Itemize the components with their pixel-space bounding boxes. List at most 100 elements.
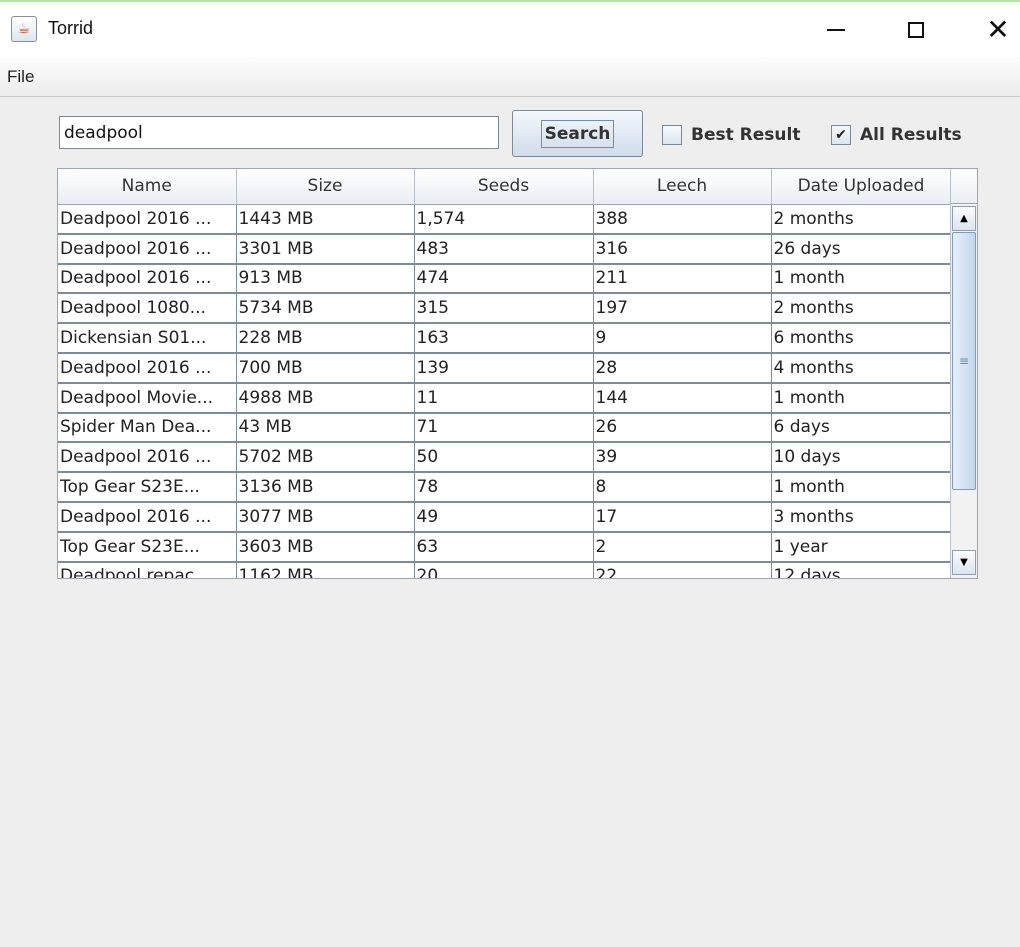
table-row[interactable]: Deadpool 2016 ... 913 MB 474 211 1 month [58,263,952,295]
cell-date[interactable]: 2 months [771,204,952,235]
cell-size[interactable]: 3136 MB [236,472,415,503]
cell-size[interactable]: 1443 MB [236,204,415,235]
cell-date[interactable]: 3 months [771,501,952,533]
cell-size[interactable]: 3077 MB [236,501,415,533]
column-header-seeds[interactable]: Seeds [414,169,594,205]
table-row[interactable]: Top Gear S23E... 3136 MB 78 8 1 month [58,472,952,503]
cell-date[interactable]: 10 days [771,442,952,474]
cell-leech[interactable]: 388 [593,204,772,235]
cell-date[interactable]: 12 days [771,561,952,578]
table-row[interactable]: Deadpool 2016 ... 1443 MB 1,574 388 2 months [58,204,952,235]
cell-date[interactable]: 2 months [771,293,952,325]
cell-seeds[interactable]: 50 [414,442,594,474]
cell-name[interactable]: Deadpool 2016 ... [58,263,237,295]
maximize-button[interactable] [899,14,933,46]
cell-date[interactable]: 1 month [771,382,952,414]
cell-date[interactable]: 6 months [771,323,952,354]
column-header-name[interactable]: Name [58,169,237,205]
cell-leech[interactable]: 211 [593,263,772,295]
cell-name[interactable]: Top Gear S23E... [58,472,237,503]
best-result-checkbox[interactable]: Best Result [662,122,800,148]
scroll-down-button[interactable]: ▼ [952,550,976,575]
column-header-leech[interactable]: Leech [593,169,772,205]
search-input[interactable] [59,116,499,149]
cell-size[interactable]: 4988 MB [236,382,415,414]
cell-size[interactable]: 913 MB [236,263,415,295]
cell-name[interactable]: Deadpool 2016 ... [58,352,237,384]
cell-name[interactable]: Deadpool repac... [58,561,237,578]
cell-seeds[interactable]: 483 [414,233,594,265]
cell-date[interactable]: 6 days [771,412,952,444]
table-row[interactable]: Top Gear S23E... 3603 MB 63 2 1 year [58,531,952,563]
cell-seeds[interactable]: 163 [414,323,594,354]
cell-date[interactable]: 4 months [771,352,952,384]
best-result-checkbox-box[interactable] [662,125,682,145]
cell-date[interactable]: 1 month [771,263,952,295]
cell-leech[interactable]: 8 [593,472,772,503]
cell-name[interactable]: Deadpool 2016 ... [58,233,237,265]
cell-name[interactable]: Dickensian S01... [58,323,237,354]
cell-leech[interactable]: 26 [593,412,772,444]
cell-name[interactable]: Deadpool Movie... [58,382,237,414]
cell-name[interactable]: Deadpool 1080... [58,293,237,325]
title-bar: ☕ Torrid ✕ [0,0,1020,57]
cell-seeds[interactable]: 1,574 [414,204,594,235]
cell-size[interactable]: 43 MB [236,412,415,444]
cell-leech[interactable]: 9 [593,323,772,354]
cell-seeds[interactable]: 63 [414,531,594,563]
cell-size[interactable]: 3603 MB [236,531,415,563]
cell-date[interactable]: 1 month [771,472,952,503]
table-row[interactable]: Spider Man Dea... 43 MB 71 26 6 days [58,412,952,444]
close-button[interactable]: ✕ [981,14,1015,46]
cell-seeds[interactable]: 71 [414,412,594,444]
cell-seeds[interactable]: 474 [414,263,594,295]
cell-name[interactable]: Top Gear S23E... [58,531,237,563]
table-row[interactable]: Deadpool Movie... 4988 MB 11 144 1 month [58,382,952,414]
table-row[interactable]: Deadpool repac... 1162 MB 20 22 12 days [58,561,952,578]
cell-size[interactable]: 5702 MB [236,442,415,474]
cell-leech[interactable]: 144 [593,382,772,414]
cell-name[interactable]: Spider Man Dea... [58,412,237,444]
cell-name[interactable]: Deadpool 2016 ... [58,204,237,235]
cell-size[interactable]: 700 MB [236,352,415,384]
java-coffee-cup-icon: ☕ [11,16,37,42]
minimize-button[interactable] [819,14,853,46]
cell-size[interactable]: 1162 MB [236,561,415,578]
cell-leech[interactable]: 17 [593,501,772,533]
all-results-checkbox[interactable]: ✔ All Results [831,122,962,148]
table-row[interactable]: Deadpool 2016 ... 3301 MB 483 316 26 days [58,233,952,265]
menu-file[interactable]: File [7,67,34,87]
search-button[interactable]: Search [512,110,643,157]
cell-leech[interactable]: 28 [593,352,772,384]
cell-seeds[interactable]: 78 [414,472,594,503]
table-row[interactable]: Deadpool 2016 ... 5702 MB 50 39 10 days [58,442,952,474]
cell-name[interactable]: Deadpool 2016 ... [58,501,237,533]
cell-leech[interactable]: 197 [593,293,772,325]
scrollbar-thumb[interactable]: ≡ [952,232,976,490]
cell-size[interactable]: 228 MB [236,323,415,354]
table-row[interactable]: Deadpool 2016 ... 3077 MB 49 17 3 months [58,501,952,533]
check-icon: ✔ [835,127,847,143]
scroll-up-button[interactable]: ▲ [952,206,976,231]
cell-leech[interactable]: 316 [593,233,772,265]
cell-name[interactable]: Deadpool 2016 ... [58,442,237,474]
all-results-checkbox-box[interactable]: ✔ [831,125,851,145]
cell-leech[interactable]: 22 [593,561,772,578]
cell-date[interactable]: 26 days [771,233,952,265]
cell-seeds[interactable]: 139 [414,352,594,384]
cell-seeds[interactable]: 11 [414,382,594,414]
cell-seeds[interactable]: 20 [414,561,594,578]
column-header-size[interactable]: Size [236,169,415,205]
cell-seeds[interactable]: 315 [414,293,594,325]
column-header-date-uploaded[interactable]: Date Uploaded [771,169,952,205]
cell-size[interactable]: 5734 MB [236,293,415,325]
cell-leech[interactable]: 39 [593,442,772,474]
table-row[interactable]: Dickensian S01... 228 MB 163 9 6 months [58,323,952,354]
cell-size[interactable]: 3301 MB [236,233,415,265]
vertical-scrollbar[interactable]: ▲ ≡ ▼ [950,204,977,578]
cell-date[interactable]: 1 year [771,531,952,563]
cell-seeds[interactable]: 49 [414,501,594,533]
cell-leech[interactable]: 2 [593,531,772,563]
table-row[interactable]: Deadpool 2016 ... 700 MB 139 28 4 months [58,352,952,384]
table-row[interactable]: Deadpool 1080... 5734 MB 315 197 2 months [58,293,952,325]
